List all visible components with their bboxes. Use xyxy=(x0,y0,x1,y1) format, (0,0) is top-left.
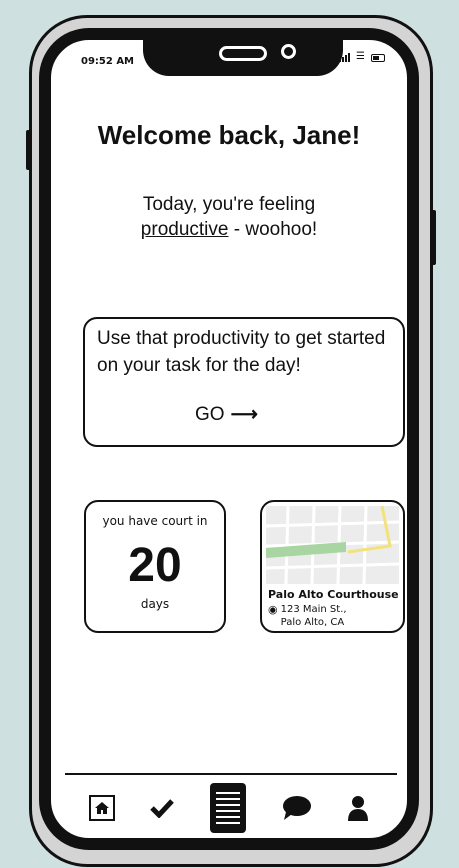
nav-home[interactable] xyxy=(88,795,115,821)
status-time: 09:52 AM xyxy=(81,56,135,67)
mood-line-2: - woohoo! xyxy=(228,219,318,240)
go-label: GO xyxy=(195,403,225,425)
map-icon xyxy=(265,505,400,585)
mood-message: Today, you're feeling productive - wooho… xyxy=(51,192,407,242)
power-button-right xyxy=(431,210,436,265)
nav-messages[interactable] xyxy=(282,796,312,820)
court-days-number: 20 xyxy=(128,539,182,592)
address-line-2: Palo Alto, CA xyxy=(280,617,345,628)
nav-documents[interactable] xyxy=(209,783,246,833)
notch xyxy=(143,40,343,76)
map-thumbnail[interactable] xyxy=(265,505,400,585)
status-icons: ☰ xyxy=(339,52,385,62)
map-pin-icon: ◉ xyxy=(268,603,278,616)
checkmark-icon xyxy=(150,799,175,818)
address-line-1: 123 Main St., xyxy=(280,604,347,615)
task-card[interactable]: Use that productivity to get started on … xyxy=(83,317,405,447)
bottom-nav xyxy=(51,778,407,838)
battery-icon xyxy=(371,54,385,62)
nav-profile[interactable] xyxy=(347,795,369,821)
home-icon xyxy=(88,795,115,821)
arrow-right-icon: ⟶ xyxy=(230,404,258,425)
user-icon xyxy=(348,796,369,821)
speaker-icon xyxy=(219,46,267,61)
court-countdown-card: you have court in 20 days xyxy=(84,500,226,633)
mood-line-1: Today, you're feeling xyxy=(142,194,316,215)
wifi-icon: ☰ xyxy=(356,51,365,62)
chat-bubble-icon xyxy=(282,796,311,820)
court-days-unit: days xyxy=(140,597,170,611)
courthouse-name: Palo Alto Courthouse xyxy=(268,588,399,601)
document-icon xyxy=(209,783,246,833)
courthouse-address: ◉ 123 Main St., Palo Alto, CA xyxy=(268,603,347,629)
task-card-text: Use that productivity to get started on … xyxy=(97,328,386,376)
courthouse-location-card[interactable]: Palo Alto Courthouse ◉ 123 Main St., Pal… xyxy=(260,500,405,633)
signal-icon xyxy=(339,52,351,62)
go-button[interactable]: GO ⟶ xyxy=(195,403,258,426)
mood-word: productive xyxy=(140,219,229,240)
phone-screen: 09:52 AM ☰ Welcome back, Jane! Today, yo… xyxy=(49,38,409,840)
volume-button-left xyxy=(26,130,31,170)
welcome-heading: Welcome back, Jane! xyxy=(97,120,361,150)
nav-tasks[interactable] xyxy=(150,798,175,818)
camera-icon xyxy=(281,44,296,59)
court-prefix: you have court in xyxy=(102,514,208,528)
nav-divider xyxy=(65,773,397,775)
